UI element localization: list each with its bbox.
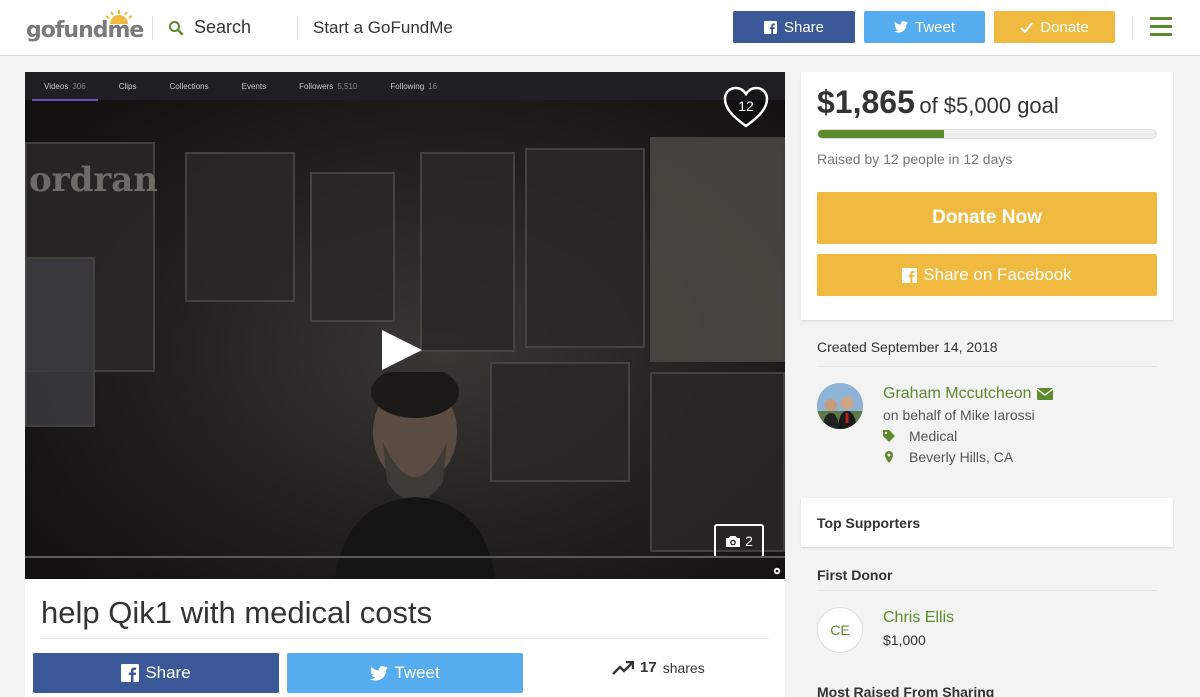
divider: [817, 366, 1157, 367]
window-light: [25, 257, 95, 427]
camera-icon: [726, 535, 741, 547]
category-row[interactable]: Medical: [883, 428, 957, 444]
facebook-icon: [902, 267, 918, 283]
beneficiary-text: on behalf of Mike Iarossi: [883, 407, 1035, 423]
first-donor-amount: $1,000: [883, 632, 926, 648]
share-on-facebook-label: Share on Facebook: [923, 265, 1072, 284]
first-donor-name[interactable]: Chris Ellis: [883, 609, 954, 627]
poster-graphic: ordran: [29, 160, 159, 200]
organizer-name: Graham Mccutcheon: [883, 385, 1032, 402]
play-icon[interactable]: [382, 330, 422, 370]
header-divider: [297, 16, 298, 40]
raised-by-text: Raised by 12 people in 12 days: [817, 151, 1013, 167]
first-donor-heading: First Donor: [817, 567, 893, 583]
twitch-tab-events: Events: [241, 81, 267, 91]
facebook-icon: [763, 20, 777, 34]
goal-text: of $5,000 goal: [919, 93, 1059, 118]
photo-gallery-button[interactable]: 2: [714, 524, 764, 558]
top-supporters-card[interactable]: Top Supporters: [801, 498, 1173, 547]
shares-number: 17: [640, 659, 657, 676]
envelope-icon[interactable]: [1036, 388, 1053, 400]
location-label: Beverly Hills, CA: [909, 449, 1014, 465]
map-marker-icon: [885, 451, 893, 463]
twitch-tab-followers: Followers 5,510: [299, 81, 358, 91]
twitter-icon: [893, 21, 908, 33]
gofundme-logo[interactable]: gofundme: [26, 10, 144, 44]
share-button[interactable]: Share: [33, 653, 279, 693]
header-tweet-button[interactable]: Tweet: [864, 11, 985, 43]
trending-up-icon: [612, 660, 634, 675]
twitch-tab-videos: Videos 306: [32, 81, 98, 101]
twitch-channel-tabs: Videos 306 Clips Collections Events Follo…: [25, 72, 785, 101]
wall-poster: [420, 152, 515, 352]
divider: [817, 590, 1157, 591]
header-share-button[interactable]: Share: [733, 11, 855, 43]
tweet-button[interactable]: Tweet: [287, 653, 523, 693]
share-label: Share: [145, 663, 191, 682]
header-share-label: Share: [783, 18, 825, 36]
campaign-title: help Qik1 with medical costs: [41, 595, 433, 630]
shares-count: 17 shares: [612, 659, 705, 676]
tweet-label: Tweet: [394, 663, 440, 682]
donation-card: $1,865 of $5,000 goal Raised by 12 peopl…: [801, 72, 1173, 320]
campaign-video[interactable]: ordran Videos 306 Clips Collections Event…: [25, 72, 785, 579]
header-divider: [1132, 16, 1133, 40]
heart-count: 12: [738, 98, 754, 114]
wall-poster: [650, 137, 785, 362]
created-date: Created September 14, 2018: [817, 339, 998, 355]
header-donate-button[interactable]: Donate: [994, 11, 1115, 43]
search-label: Search: [194, 17, 252, 37]
most-raised-heading: Most Raised From Sharing: [817, 684, 995, 697]
check-icon: [1020, 21, 1034, 33]
category-label: Medical: [909, 428, 958, 444]
wall-poster: [310, 172, 395, 322]
goal-progress-bar: [817, 129, 1157, 139]
goal-progress-fill: [818, 130, 945, 138]
header-donate-label: Donate: [1040, 18, 1089, 36]
donor-avatar: CE: [817, 607, 863, 653]
share-on-facebook-button[interactable]: Share on Facebook: [817, 254, 1157, 296]
top-header: gofundme Search Start a GoFundMe Share T…: [0, 0, 1200, 56]
shares-label: shares: [662, 659, 705, 676]
twitch-tab-following: Following 16: [390, 81, 438, 91]
video-progress-bar[interactable]: [25, 556, 785, 558]
header-tweet-label: Tweet: [914, 18, 956, 36]
campaign-title-card: help Qik1 with medical costs Share Tweet…: [25, 579, 785, 697]
raised-amount: $1,865 of $5,000 goal: [817, 84, 1059, 121]
tag-icon: [883, 430, 895, 442]
photo-count: 2: [745, 533, 753, 549]
header-divider: [152, 16, 153, 40]
wall-poster: [525, 148, 645, 348]
wall-poster: [185, 152, 295, 302]
logo-text: gofundme: [26, 18, 144, 43]
facebook-icon: [121, 664, 140, 682]
twitch-tab-clips: Clips: [118, 81, 137, 91]
divider: [41, 638, 769, 639]
twitter-icon: [370, 665, 389, 681]
organizer-name-link[interactable]: Graham Mccutcheon: [883, 385, 1053, 403]
hamburger-menu-icon[interactable]: [1150, 17, 1172, 37]
wall-poster: [490, 362, 630, 482]
search-link[interactable]: Search: [168, 17, 251, 38]
search-icon: [169, 20, 184, 35]
raised-value: $1,865: [817, 84, 915, 120]
settings-gear-icon[interactable]: [772, 566, 782, 576]
location-row: Beverly Hills, CA: [883, 449, 1013, 465]
twitch-tab-collections: Collections: [169, 81, 209, 91]
avatar-photo: [817, 383, 863, 429]
streamer-figure: [335, 372, 495, 579]
organizer-avatar[interactable]: [817, 383, 863, 429]
start-gofundme-link[interactable]: Start a GoFundMe: [313, 18, 453, 38]
donate-now-button[interactable]: Donate Now: [817, 192, 1157, 244]
top-supporters-heading: Top Supporters: [817, 515, 921, 531]
